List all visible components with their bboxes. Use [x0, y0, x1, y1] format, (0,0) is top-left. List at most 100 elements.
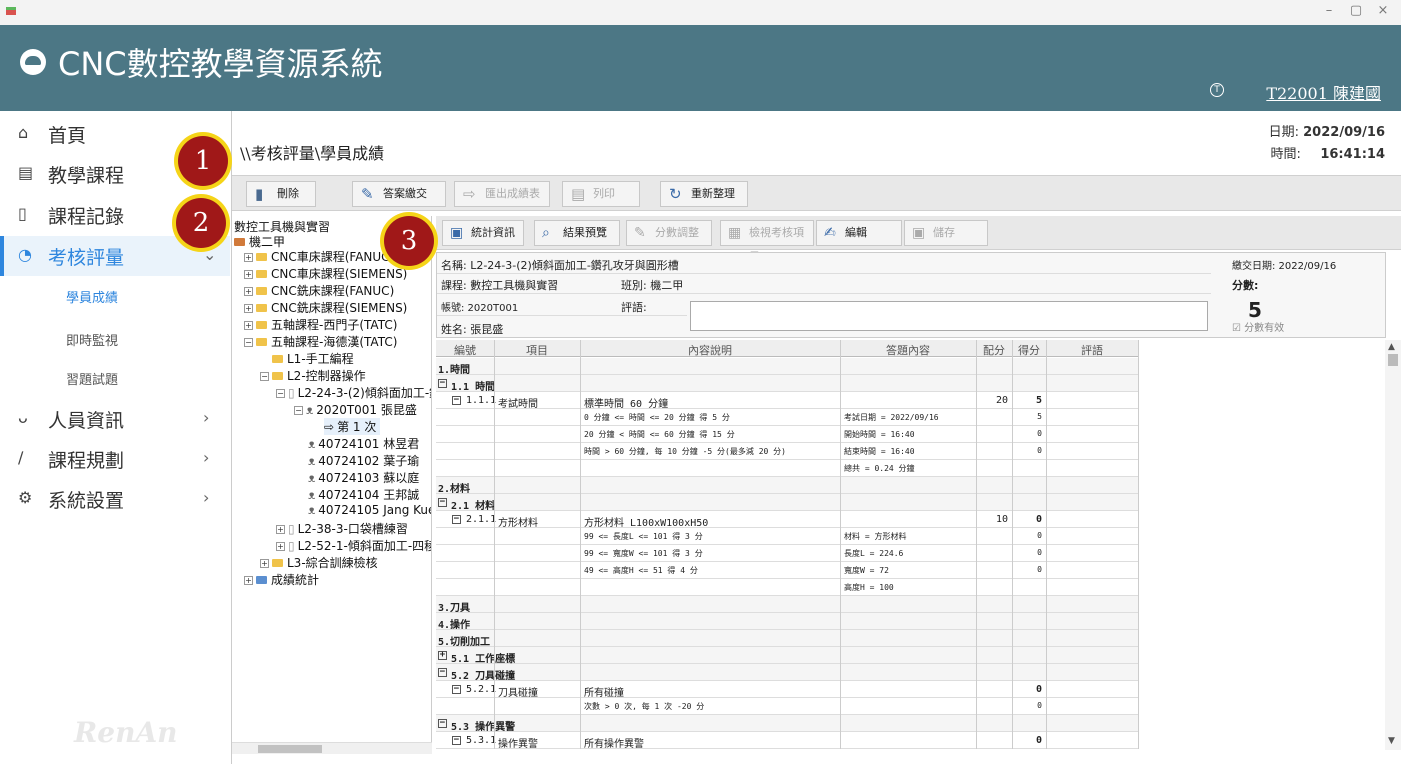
table-row[interactable]: 99 <= 寬度W <= 101 得 3 分 長度L = 224.6 0: [436, 545, 1138, 562]
table-row[interactable]: 總共 = 0.24 分鐘: [436, 460, 1138, 477]
collapse-icon[interactable]: −: [294, 406, 303, 415]
maximize-button[interactable]: ▢: [1341, 3, 1371, 18]
tree-node[interactable]: + CNC銑床課程(FANUC): [244, 282, 394, 299]
collapse-icon[interactable]: −: [438, 719, 447, 728]
tree-node[interactable]: + 成績統計: [244, 571, 319, 588]
preview-results-button[interactable]: ⌕ 結果預覽: [534, 220, 620, 246]
view-items-button[interactable]: ▦ 檢視考核項目: [720, 220, 814, 263]
table-row[interactable]: 4.操作: [436, 613, 1138, 631]
table-row[interactable]: 時間 > 60 分鐘, 每 10 分鐘 -5 分(最多減 20 分) 結束時間 =…: [436, 443, 1138, 460]
comment-label: 評語:: [621, 301, 647, 314]
submit-answer-button[interactable]: ✎ 答案繳交: [352, 181, 446, 207]
table-row[interactable]: −2.1.1 方形材料 方形材料 L100xW100xH50 10 0: [436, 511, 1138, 529]
table-row[interactable]: −5.2 刀具碰撞: [436, 664, 1138, 682]
collapse-icon[interactable]: −: [438, 498, 447, 507]
row-code: 5.3.1: [466, 735, 497, 746]
tree-node[interactable]: + ▯ L2-38-3-口袋槽練習: [276, 520, 408, 537]
nav-sub-live-monitor[interactable]: 即時監視: [66, 330, 118, 349]
tree-horizontal-scrollbar[interactable]: [232, 742, 432, 754]
nav-item-planning[interactable]: ∕ 課程規劃 ›: [0, 439, 230, 479]
collapse-icon[interactable]: −: [452, 685, 461, 694]
table-row[interactable]: 49 <= 高度H <= 51 得 4 分 寬度W = 72 0: [436, 562, 1138, 579]
nav-item-personnel[interactable]: ᴗ 人員資訊 ›: [0, 399, 230, 439]
expand-icon[interactable]: +: [260, 559, 269, 568]
table-row[interactable]: 2.材料: [436, 477, 1138, 495]
tree-node[interactable]: L1-手工編程: [272, 350, 354, 367]
tree-node[interactable]: ᴥ 40724102 葉子瑜: [308, 452, 419, 469]
statistics-button[interactable]: ▣ 統計資訊: [442, 220, 524, 246]
table-row[interactable]: −1.1 時間: [436, 375, 1138, 393]
save-button[interactable]: ▣ 儲存: [904, 220, 988, 246]
collapse-icon[interactable]: −: [438, 379, 447, 388]
collapse-icon[interactable]: −: [452, 396, 461, 405]
grid-divider: [840, 340, 841, 749]
expand-icon[interactable]: +: [244, 270, 253, 279]
expand-icon[interactable]: +: [244, 576, 253, 585]
table-row[interactable]: −1.1.1 考試時間 標準時間 60 分鐘 20 5: [436, 392, 1138, 410]
tree-node[interactable]: ᴥ 40724105 Jang Kuen: [308, 503, 431, 517]
table-row[interactable]: 99 <= 長度L <= 101 得 3 分 材料 = 方形材料 0: [436, 528, 1138, 545]
user-link[interactable]: T22001 陳建國: [1266, 80, 1381, 104]
score-valid-checkbox[interactable]: ☑ 分數有效: [1232, 319, 1284, 334]
tree-node[interactable]: ᴥ 40724101 林昱君: [308, 435, 419, 452]
tree-node[interactable]: + CNC銑床課程(SIEMENS): [244, 299, 407, 316]
collapse-icon[interactable]: −: [452, 515, 461, 524]
tree-node[interactable]: −▯L2-24-3-(2)傾斜面加工-鑽孔攻牙與圓形槽: [276, 384, 431, 401]
expand-icon[interactable]: +: [244, 253, 253, 262]
table-row[interactable]: 5.切削加工: [436, 630, 1138, 648]
tree-node-selected[interactable]: ⇨ 第 1 次: [324, 418, 381, 435]
tree-node[interactable]: ᴥ 40724103 蘇以庭: [308, 469, 419, 486]
tree-node[interactable]: − 五軸課程-海德漢(TATC): [244, 333, 397, 350]
export-scores-button[interactable]: ⇨ 匯出成績表: [454, 181, 550, 207]
table-row[interactable]: 3.刀具: [436, 596, 1138, 614]
scroll-thumb[interactable]: [1388, 354, 1398, 366]
expand-icon[interactable]: +: [244, 304, 253, 313]
refresh-button[interactable]: ↻ 重新整理: [660, 181, 748, 207]
grid-vertical-scrollbar[interactable]: ▲ ▼: [1385, 340, 1401, 750]
edit-button[interactable]: ✍ 編輯: [816, 220, 902, 246]
table-row[interactable]: 次數 > 0 次, 每 1 次 -20 分 0: [436, 698, 1138, 715]
tree-node[interactable]: − ᴥ 2020T001 張昆盛: [294, 401, 417, 418]
table-row[interactable]: −5.3 操作異警: [436, 715, 1138, 733]
row-answer: 高度H = 100: [844, 583, 894, 592]
scroll-thumb[interactable]: [258, 745, 322, 753]
nav-item-settings[interactable]: ⚙ 系統設置 ›: [0, 479, 230, 519]
expand-icon[interactable]: +: [244, 321, 253, 330]
expand-icon[interactable]: +: [244, 287, 253, 296]
tree-node[interactable]: + ▯ L2-52-1-傾斜面加工-四稜: [276, 537, 431, 554]
collapse-icon[interactable]: −: [438, 668, 447, 677]
close-button[interactable]: ×: [1368, 3, 1398, 18]
print-button[interactable]: ▤ 列印: [562, 181, 640, 207]
expand-icon[interactable]: +: [276, 525, 285, 534]
collapse-icon[interactable]: −: [276, 389, 285, 398]
table-row[interactable]: 0 分鐘 <= 時間 <= 20 分鐘 得 5 分 考試日期 = 2022/09/…: [436, 409, 1138, 426]
collapse-icon[interactable]: −: [244, 338, 253, 347]
table-row[interactable]: 20 分鐘 < 時間 <= 60 分鐘 得 15 分 開始時間 = 16:40 0: [436, 426, 1138, 443]
nav-sub-exercises[interactable]: 習題試題: [66, 369, 118, 388]
table-row[interactable]: −5.3.1 操作異警 所有操作異警 0: [436, 732, 1138, 750]
delete-button[interactable]: ▮ 刪除: [246, 181, 316, 207]
tree-node[interactable]: ᴥ 40724104 王邦誠: [308, 486, 419, 503]
tree-node[interactable]: + CNC車床課程(SIEMENS): [244, 265, 407, 282]
table-row[interactable]: 1.時間: [436, 358, 1138, 376]
tree-node[interactable]: + 五軸課程-西門子(TATC): [244, 316, 397, 333]
comment-field[interactable]: [690, 301, 1208, 331]
collapse-icon[interactable]: −: [260, 372, 269, 381]
table-row[interactable]: −5.2.1 刀具碰撞 所有碰撞 0: [436, 681, 1138, 699]
collapse-icon[interactable]: −: [452, 736, 461, 745]
table-row[interactable]: 高度H = 100: [436, 579, 1138, 596]
tree-node[interactable]: − L2-控制器操作: [260, 367, 366, 384]
tree-node[interactable]: + CNC車床課程(FANUC): [244, 248, 394, 265]
minimize-button[interactable]: –: [1314, 3, 1344, 18]
button-label: 結果預覽: [563, 226, 607, 239]
adjust-score-button[interactable]: ✎ 分數調整: [626, 220, 712, 246]
expand-icon[interactable]: +: [276, 542, 285, 551]
table-row[interactable]: +5.1 工作座標: [436, 647, 1138, 665]
tree-node[interactable]: + L3-綜合訓練檢核: [260, 554, 378, 571]
row-item: 操作異警: [498, 739, 538, 750]
table-row[interactable]: −2.1 材料: [436, 494, 1138, 512]
scroll-up-icon[interactable]: ▲: [1388, 342, 1395, 352]
nav-sub-student-scores[interactable]: 學員成績: [66, 287, 118, 306]
scroll-down-icon[interactable]: ▼: [1388, 736, 1395, 746]
expand-icon[interactable]: +: [438, 651, 447, 660]
